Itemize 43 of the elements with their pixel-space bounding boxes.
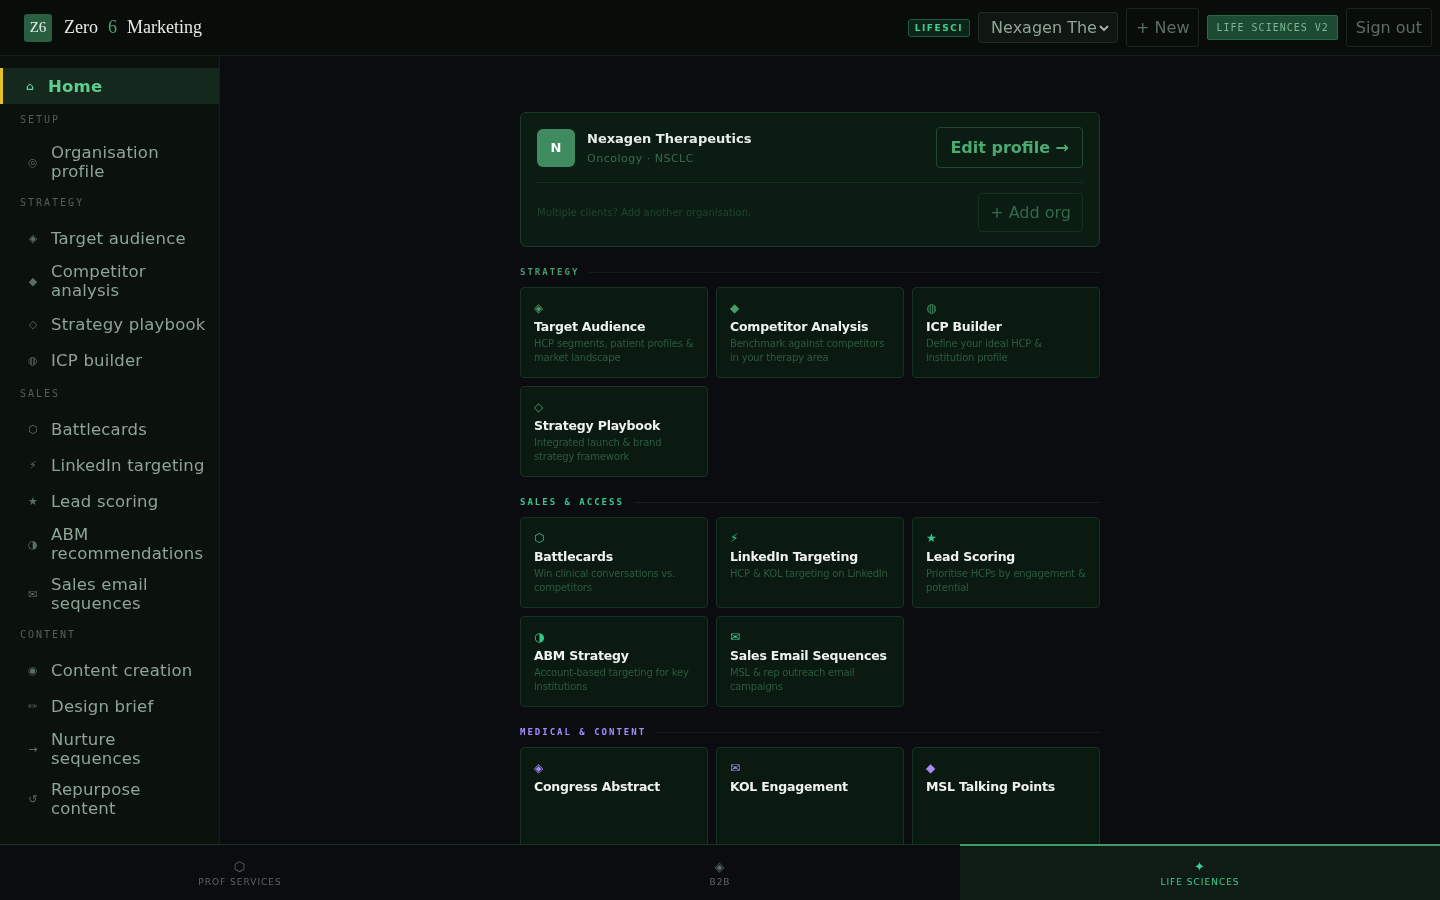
section-label: SETUP <box>19 113 62 127</box>
tool-card[interactable]: ◆ MSL Talking Points <box>912 747 1100 844</box>
tool-card[interactable]: ★ Lead Scoring Prioritise HCPs by engagement & potential <box>912 517 1100 608</box>
caret-icon <box>1099 23 1110 32</box>
tool-card[interactable]: ◈ Congress Abstract <box>520 747 708 844</box>
industry-tab[interactable]: ✦ LIFE SCIENCES <box>960 844 1440 900</box>
tool-card[interactable]: ◈ Target Audience HCP segments, patient profiles & market landscape <box>520 287 708 378</box>
brand-name: Zero <box>64 17 98 38</box>
tool-card[interactable]: ◍ ICP Builder Define your ideal HCP & institution profile <box>912 287 1100 378</box>
nav-item[interactable]: ⌂ Home <box>0 68 219 104</box>
section-heading: STRATEGY <box>520 267 580 277</box>
nav-item[interactable]: ◇ Strategy playbook <box>0 306 219 342</box>
section-label: SALES <box>19 387 62 401</box>
edit-profile-button[interactable]: Edit profile → <box>936 127 1083 168</box>
logo: Z6 <box>24 13 52 42</box>
section-heading: MEDICAL & CONTENT <box>520 727 647 737</box>
tool-card[interactable]: ◇ Strategy Playbook Integrated launch & brand strategy framework <box>520 386 708 477</box>
organisation-name: Nexagen Therapeutics <box>587 130 753 146</box>
tool-card[interactable]: ◆ Competitor Analysis Benchmark against competitors in your therapy area <box>716 287 904 378</box>
new-button[interactable]: + New <box>1126 8 1200 47</box>
brand-number: 6 <box>108 17 117 38</box>
section-heading: SALES & ACCESS <box>520 497 624 507</box>
section-label: STRATEGY <box>19 196 86 210</box>
tool-card[interactable]: ⬡ Battlecards Win clinical conversations vs. competitors <box>520 517 708 608</box>
nav-item[interactable]: ◈ Target audience <box>0 220 219 256</box>
organisation-avatar: N <box>537 128 575 167</box>
nav-item[interactable]: ⬡ Battlecards <box>0 411 219 447</box>
nav-item[interactable]: ★ Lead scoring <box>0 483 219 519</box>
nav-item[interactable]: ◍ ICP builder <box>0 342 219 378</box>
sign-out-button[interactable]: Sign out <box>1345 8 1432 47</box>
brand-name: Marketing <box>127 17 202 38</box>
tool-card[interactable]: ⚡ LinkedIn Targeting HCP & KOL targeting on LinkedIn <box>716 517 904 608</box>
organisation-subtitle: Oncology · NSCLC <box>587 151 695 165</box>
nav-item[interactable]: ⚡ LinkedIn targeting <box>0 447 219 483</box>
nav-item[interactable]: ◉ Content creation <box>0 652 219 688</box>
tool-card[interactable]: ✉ KOL Engagement <box>716 747 904 844</box>
version-badge: LIFE SCIENCES V2 <box>1207 15 1338 40</box>
nav-item[interactable]: ✏ Design brief <box>0 688 219 724</box>
tool-card[interactable]: ◑ ABM Strategy Account-based targeting for key institutions <box>520 616 708 707</box>
industry-badge: LIFESCI <box>907 18 971 37</box>
section-label: CONTENT <box>19 628 78 642</box>
tool-card[interactable]: ✉ Sales Email Sequences MSL & rep outreach email campaigns <box>716 616 904 707</box>
organisation-select[interactable]: Nexagen The <box>978 12 1119 43</box>
